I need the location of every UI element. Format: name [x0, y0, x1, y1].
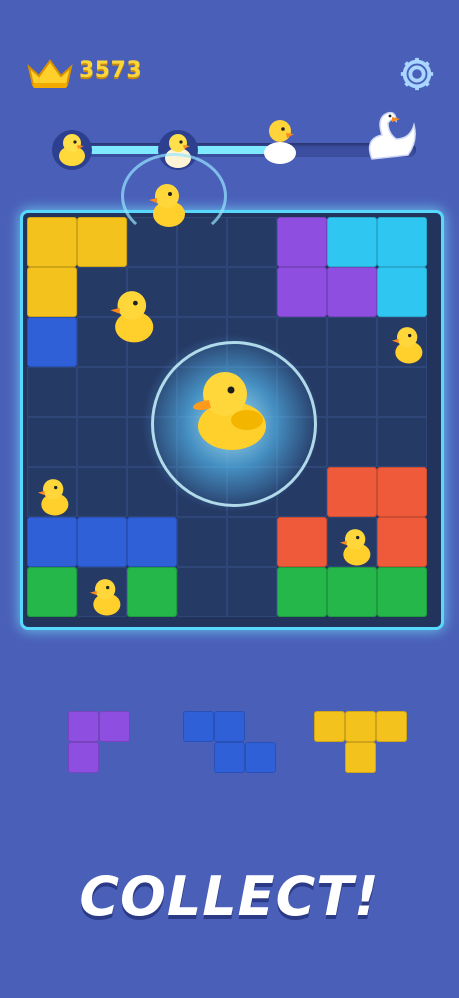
board-block-red [377, 517, 427, 567]
tray-piece-blue[interactable] [183, 711, 279, 775]
board-block-red [327, 467, 377, 517]
duckling-icon [110, 291, 154, 343]
duckling-icon [149, 184, 185, 227]
board-block-yellow [27, 267, 77, 317]
collect-caption: COLLECT! [79, 865, 380, 928]
top-bar: 3573 [0, 0, 459, 110]
board-block-yellow [77, 217, 127, 267]
big-duck-icon [193, 372, 266, 450]
board-cell-empty [377, 417, 427, 467]
duckling-icon [339, 529, 371, 566]
board-block-red [277, 517, 327, 567]
tray-piece-purple[interactable] [68, 711, 132, 775]
board-cell-empty [77, 367, 127, 417]
board-cell-empty [327, 417, 377, 467]
board-block-blue [127, 517, 177, 567]
score-value: 3573 [79, 58, 143, 83]
board-cell-empty [177, 567, 227, 617]
duck-icon [264, 120, 296, 164]
crown-icon [27, 59, 73, 88]
board-cell-empty [227, 517, 277, 567]
board-block-purple [327, 267, 377, 317]
board-cell-empty [227, 267, 277, 317]
board-cell-empty [327, 317, 377, 367]
swan-icon [368, 111, 416, 160]
board-block-cyan [377, 217, 427, 267]
board-block-green [377, 567, 427, 617]
board-block-green [27, 567, 77, 617]
board-block-red [377, 467, 427, 517]
board-cell-empty [177, 517, 227, 567]
gear-icon[interactable] [398, 55, 436, 93]
board-block-purple [277, 217, 327, 267]
board-cell-empty [27, 367, 77, 417]
board-block-blue [27, 517, 77, 567]
board-cell-empty [327, 367, 377, 417]
board-cell-empty [177, 267, 227, 317]
board-block-blue [77, 517, 127, 567]
board-cell-empty [227, 217, 277, 267]
board-block-yellow [27, 217, 77, 267]
level-progress [48, 111, 418, 175]
board-block-cyan [327, 217, 377, 267]
duckling-icon [52, 130, 92, 170]
board-cell-empty [227, 567, 277, 617]
duckling-icon [391, 327, 423, 364]
board-block-green [277, 567, 327, 617]
board-cell-empty [77, 467, 127, 517]
duckling-icon [37, 479, 69, 516]
board-block-blue [27, 317, 77, 367]
board-cell-empty [377, 367, 427, 417]
board-cell-empty [77, 417, 127, 467]
duckling-icon [89, 579, 121, 616]
board-block-cyan [377, 267, 427, 317]
board-block-purple [277, 267, 327, 317]
board-block-green [127, 567, 177, 617]
board-block-green [327, 567, 377, 617]
tray-piece-yellow[interactable] [314, 711, 410, 775]
board-cell-empty [27, 417, 77, 467]
